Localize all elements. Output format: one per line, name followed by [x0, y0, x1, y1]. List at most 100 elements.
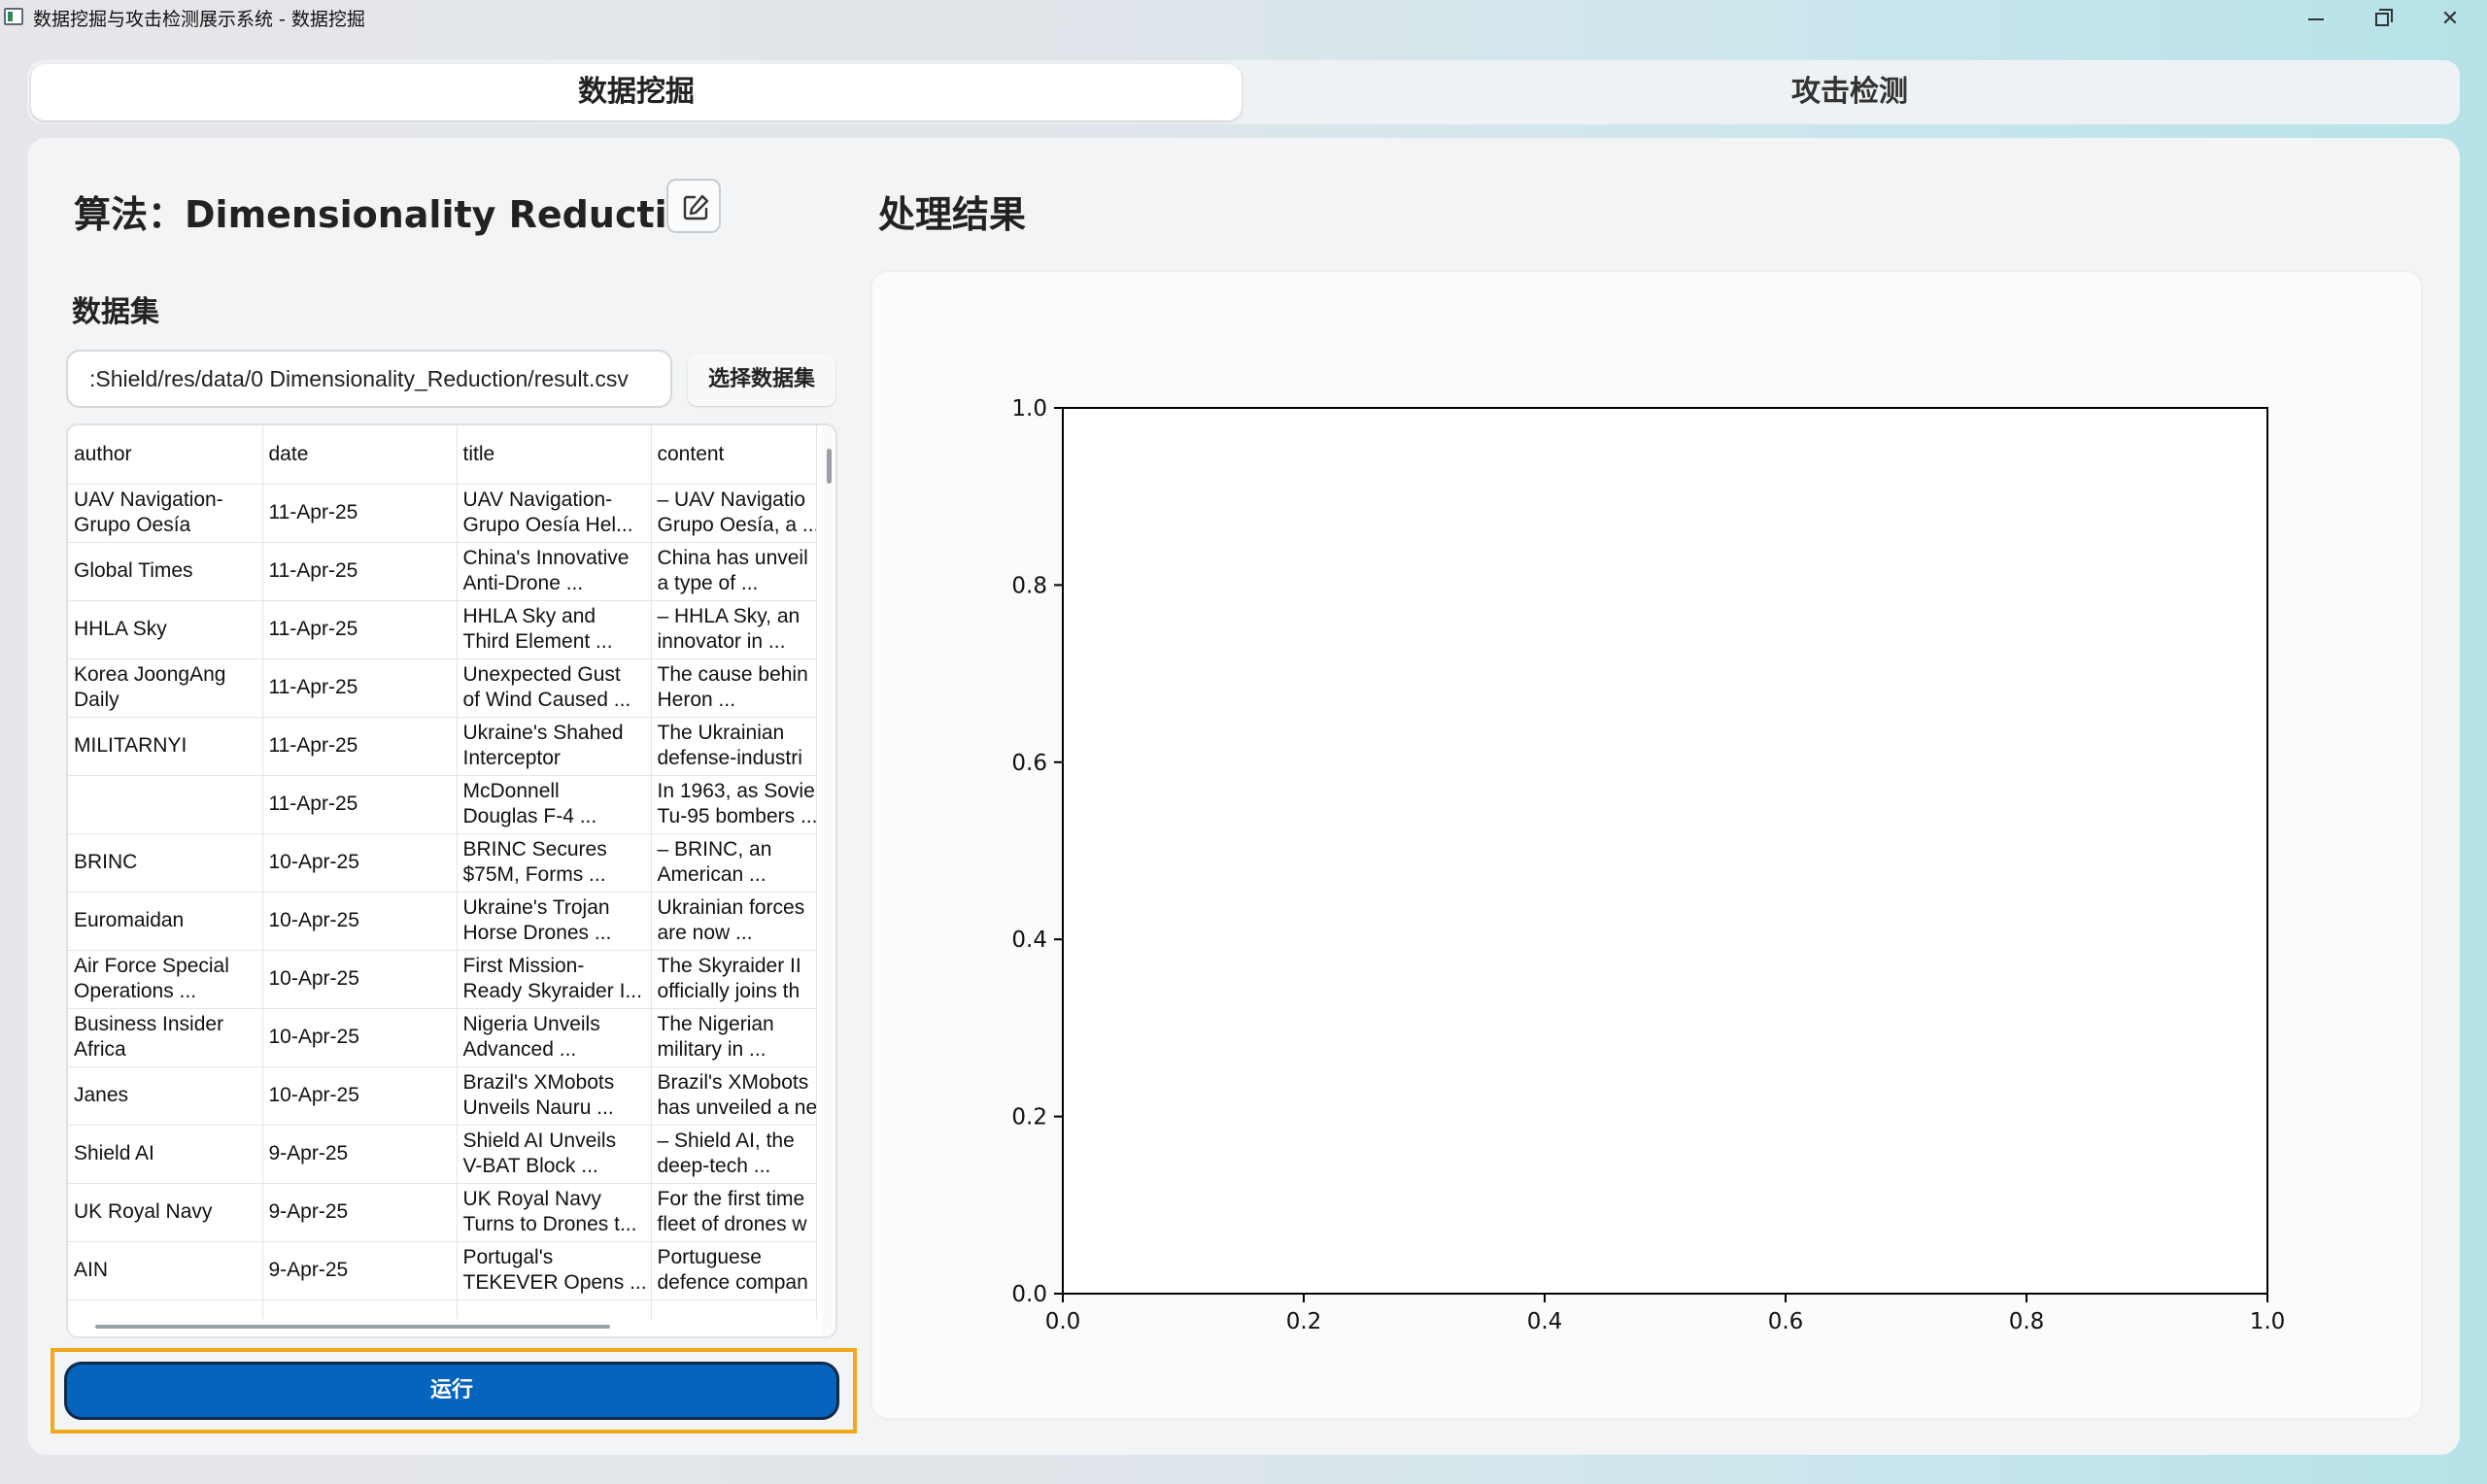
- table-cell-date[interactable]: 11-Apr-25: [262, 775, 458, 834]
- table-cell-date[interactable]: 9-Apr-25: [262, 1183, 458, 1242]
- table-cell-content[interactable]: Portuguese defence compan: [651, 1241, 817, 1300]
- table-row[interactable]: Korea JoongAng Daily 11-Apr-25 Unexpected …: [68, 658, 817, 718]
- vertical-scroll-thumb[interactable]: [827, 449, 832, 484]
- table-cell-title[interactable]: HHLA Sky and Third Element ...: [457, 600, 652, 659]
- table-cell-date[interactable]: 11-Apr-25: [262, 658, 458, 718]
- table-cell-date[interactable]: 9-Apr-25: [262, 1125, 458, 1184]
- restore-button[interactable]: [2351, 0, 2413, 39]
- table-cell-author[interactable]: Korea JoongAng Daily: [68, 658, 263, 718]
- plot-area: [1062, 407, 2268, 1295]
- x-tick-label: 0.6: [1768, 1309, 1804, 1334]
- y-tick-label: 0.0: [1011, 1282, 1047, 1307]
- table-row[interactable]: AIN 9-Apr-25 Portugal's TEKEVER Opens ... P…: [68, 1241, 817, 1300]
- select-dataset-button[interactable]: 选择数据集: [688, 354, 835, 406]
- edit-algorithm-button[interactable]: [666, 179, 721, 233]
- dataset-table[interactable]: author date title content UAV Navigation- G…: [66, 423, 837, 1338]
- table-row[interactable]: UK Royal Navy 9-Apr-25 UK Royal Navy Turns…: [68, 1183, 817, 1242]
- tab-data-mining[interactable]: 数据挖掘: [31, 64, 1242, 120]
- tab-attack-detection[interactable]: 攻击检测: [1244, 64, 2456, 120]
- y-tick-label: 1.0: [1011, 396, 1047, 422]
- table-cell-author[interactable]: HHLA Sky: [68, 600, 263, 659]
- table-cell-date[interactable]: 11-Apr-25: [262, 542, 458, 601]
- table-cell-author[interactable]: Business Insider Africa: [68, 1008, 263, 1067]
- table-cell-title[interactable]: First Mission- Ready Skyraider I...: [457, 950, 652, 1009]
- result-plot: 0.0 0.2 0.4 0.6 0.8 1.0 0.0 0.2 0.4 0.6 0.8 1.0: [1011, 396, 2285, 1334]
- table-cell-author[interactable]: Global Times: [68, 542, 263, 601]
- y-tick-label: 0.8: [1011, 573, 1047, 598]
- table-row[interactable]: 11-Apr-25 McDonnell Douglas F-4 ... In 196…: [68, 775, 817, 834]
- table-cell-date[interactable]: 10-Apr-25: [262, 1008, 458, 1067]
- run-button[interactable]: 运行: [64, 1362, 839, 1420]
- table-cell-content[interactable]: Brazil's XMobots has unveiled a ne: [651, 1066, 817, 1126]
- table-cell-title[interactable]: Portugal's TEKEVER Opens ...: [457, 1241, 652, 1300]
- table-cell-date[interactable]: 11-Apr-25: [262, 717, 458, 776]
- dataset-path-input[interactable]: :Shield/res/data/0 Dimensionality_Reduct…: [66, 350, 672, 408]
- table-cell-title[interactable]: UAV Navigation- Grupo Oesía Hel...: [457, 484, 652, 543]
- table-cell-title[interactable]: Brazil's XMobots Unveils Nauru ...: [457, 1066, 652, 1126]
- table-cell-author[interactable]: AIN: [68, 1241, 263, 1300]
- table-row[interactable]: BRINC 10-Apr-25 BRINC Secures $75M, Forms …: [68, 833, 817, 893]
- table-cell-content[interactable]: The Nigerian military in ...: [651, 1008, 817, 1067]
- table-cell-author[interactable]: [68, 775, 263, 834]
- table-body: UAV Navigation- Grupo Oesía 11-Apr-25 UAV …: [68, 484, 817, 1336]
- table-row[interactable]: Business Insider Africa 10-Apr-25 Nigeria …: [68, 1008, 817, 1067]
- table-cell-author[interactable]: Janes: [68, 1066, 263, 1126]
- minimize-button[interactable]: [2285, 0, 2347, 39]
- x-tick-label: 0.2: [1286, 1309, 1322, 1334]
- column-header-content[interactable]: content: [651, 425, 817, 485]
- table-row[interactable]: Global Times 11-Apr-25 China's Innovative …: [68, 542, 817, 601]
- close-button[interactable]: ✕: [2419, 0, 2481, 39]
- table-row[interactable]: Shield AI 9-Apr-25 Shield AI Unveils V-BAT…: [68, 1125, 817, 1184]
- table-cell-content[interactable]: – Shield AI, the deep-tech ...: [651, 1125, 817, 1184]
- window-title: 数据挖掘与攻击检测展示系统 - 数据挖掘: [33, 9, 365, 30]
- table-cell-content[interactable]: The Skyraider II officially joins th: [651, 950, 817, 1009]
- table-row[interactable]: Janes 10-Apr-25 Brazil's XMobots Unveils N…: [68, 1066, 817, 1126]
- table-cell-title[interactable]: BRINC Secures $75M, Forms ...: [457, 833, 652, 893]
- table-cell-title[interactable]: China's Innovative Anti-Drone ...: [457, 542, 652, 601]
- table-cell-title[interactable]: McDonnell Douglas F-4 ...: [457, 775, 652, 834]
- table-cell-date[interactable]: 10-Apr-25: [262, 892, 458, 951]
- column-header-date[interactable]: date: [262, 425, 458, 485]
- vertical-scrollbar[interactable]: [822, 425, 835, 1336]
- table-cell-date[interactable]: 10-Apr-25: [262, 950, 458, 1009]
- table-cell-title[interactable]: Ukraine's Shahed Interceptor: [457, 717, 652, 776]
- table-cell-author[interactable]: MILITARNYI: [68, 717, 263, 776]
- table-cell-date[interactable]: 9-Apr-25: [262, 1241, 458, 1300]
- table-cell-content[interactable]: The cause behin Heron ...: [651, 658, 817, 718]
- y-tick-label: 0.2: [1011, 1105, 1047, 1130]
- table-cell-content[interactable]: Ukrainian forces are now ...: [651, 892, 817, 951]
- table-cell-author[interactable]: BRINC: [68, 833, 263, 893]
- horizontal-scrollbar[interactable]: [68, 1319, 822, 1336]
- table-row[interactable]: UAV Navigation- Grupo Oesía 11-Apr-25 UAV …: [68, 484, 817, 543]
- table-cell-author[interactable]: Euromaidan: [68, 892, 263, 951]
- column-header-author[interactable]: author: [68, 425, 263, 485]
- table-cell-author[interactable]: Air Force Special Operations ...: [68, 950, 263, 1009]
- table-cell-content[interactable]: – BRINC, an American ...: [651, 833, 817, 893]
- table-cell-content[interactable]: – UAV Navigatio Grupo Oesía, a ...: [651, 484, 817, 543]
- table-cell-title[interactable]: Ukraine's Trojan Horse Drones ...: [457, 892, 652, 951]
- table-cell-content[interactable]: In 1963, as Sovie Tu-95 bombers ...: [651, 775, 817, 834]
- table-cell-date[interactable]: 11-Apr-25: [262, 600, 458, 659]
- minimize-icon: [2308, 18, 2324, 20]
- column-header-title[interactable]: title: [457, 425, 652, 485]
- table-cell-author[interactable]: UK Royal Navy: [68, 1183, 263, 1242]
- table-cell-author[interactable]: Shield AI: [68, 1125, 263, 1184]
- table-row[interactable]: MILITARNYI 11-Apr-25 Ukraine's Shahed Inte…: [68, 717, 817, 776]
- table-cell-date[interactable]: 11-Apr-25: [262, 484, 458, 543]
- table-cell-title[interactable]: Unexpected Gust of Wind Caused ...: [457, 658, 652, 718]
- table-cell-content[interactable]: The Ukrainian defense-industri: [651, 717, 817, 776]
- table-row[interactable]: HHLA Sky 11-Apr-25 HHLA Sky and Third Elem…: [68, 600, 817, 659]
- table-cell-title[interactable]: Shield AI Unveils V-BAT Block ...: [457, 1125, 652, 1184]
- table-cell-content[interactable]: China has unveil a type of ...: [651, 542, 817, 601]
- table-cell-author[interactable]: UAV Navigation- Grupo Oesía: [68, 484, 263, 543]
- table-cell-date[interactable]: 10-Apr-25: [262, 1066, 458, 1126]
- table-cell-content[interactable]: For the first time fleet of drones w: [651, 1183, 817, 1242]
- table-cell-content[interactable]: – HHLA Sky, an innovator in ...: [651, 600, 817, 659]
- horizontal-scroll-thumb[interactable]: [95, 1325, 610, 1329]
- table-cell-date[interactable]: 10-Apr-25: [262, 833, 458, 893]
- table-cell-title[interactable]: Nigeria Unveils Advanced ...: [457, 1008, 652, 1067]
- table-row[interactable]: Euromaidan 10-Apr-25 Ukraine's Trojan Hors…: [68, 892, 817, 951]
- table-cell-title[interactable]: UK Royal Navy Turns to Drones t...: [457, 1183, 652, 1242]
- table-row[interactable]: Air Force Special Operations ... 10-Apr-2…: [68, 950, 817, 1009]
- table-header-row: author date title content: [68, 425, 817, 485]
